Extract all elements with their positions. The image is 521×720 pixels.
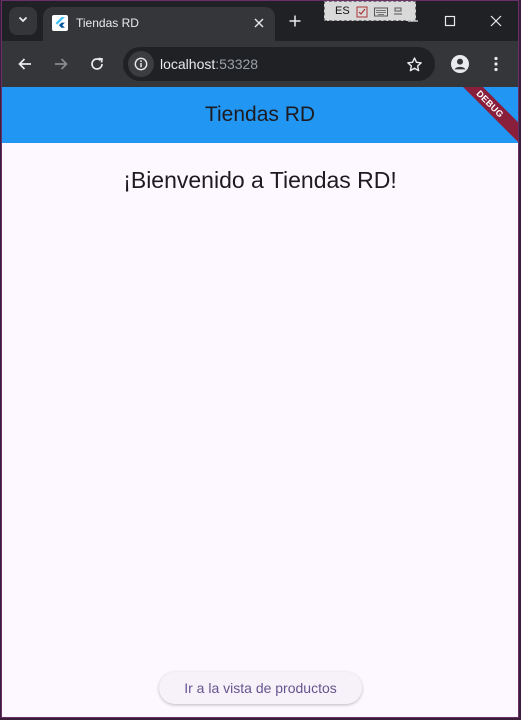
- minimize-icon[interactable]: [403, 11, 423, 31]
- tab-search-button[interactable]: [9, 7, 37, 35]
- ime-options-icon[interactable]: [392, 5, 404, 17]
- profile-avatar-icon[interactable]: [449, 53, 471, 75]
- browser-toolbar: localhost:53328: [2, 41, 518, 87]
- url-host: localhost: [160, 56, 216, 72]
- back-arrow-icon[interactable]: [14, 53, 36, 75]
- maximize-icon[interactable]: [440, 11, 460, 31]
- menu-kebab-icon[interactable]: [485, 53, 507, 75]
- ime-language[interactable]: ES: [335, 5, 350, 17]
- site-info-icon[interactable]: [128, 51, 154, 77]
- url-text[interactable]: localhost:53328: [160, 56, 258, 72]
- reload-icon[interactable]: [86, 53, 108, 75]
- flutter-icon: [52, 15, 68, 31]
- close-tab-icon[interactable]: [251, 15, 267, 31]
- keyboard-icon[interactable]: [373, 5, 388, 17]
- app-bar: Tiendas RD: [2, 87, 518, 143]
- products-view-button[interactable]: Ir a la vista de productos: [159, 672, 362, 704]
- tab-strip: Tiendas RD ES: [2, 1, 518, 41]
- new-tab-button[interactable]: [286, 12, 304, 30]
- browser-tab[interactable]: Tiendas RD: [43, 7, 275, 41]
- browser-window: Tiendas RD ES localhost:53328 Tiendas RD…: [1, 0, 519, 718]
- chevron-down-icon: [17, 12, 29, 30]
- app-bar-title: Tiendas RD: [204, 103, 316, 126]
- app-viewport: Tiendas RD DEBUG ¡Bienvenido a Tiendas R…: [2, 87, 518, 717]
- close-window-icon[interactable]: [486, 11, 506, 31]
- ime-pad-icon[interactable]: [356, 5, 368, 18]
- tab-title: Tiendas RD: [76, 16, 139, 30]
- bookmark-star-icon[interactable]: [405, 55, 423, 73]
- address-bar[interactable]: localhost:53328: [123, 47, 435, 81]
- forward-arrow-icon[interactable]: [50, 53, 72, 75]
- url-port: :53328: [215, 56, 259, 72]
- welcome-heading: ¡Bienvenido a Tiendas RD!: [123, 167, 397, 193]
